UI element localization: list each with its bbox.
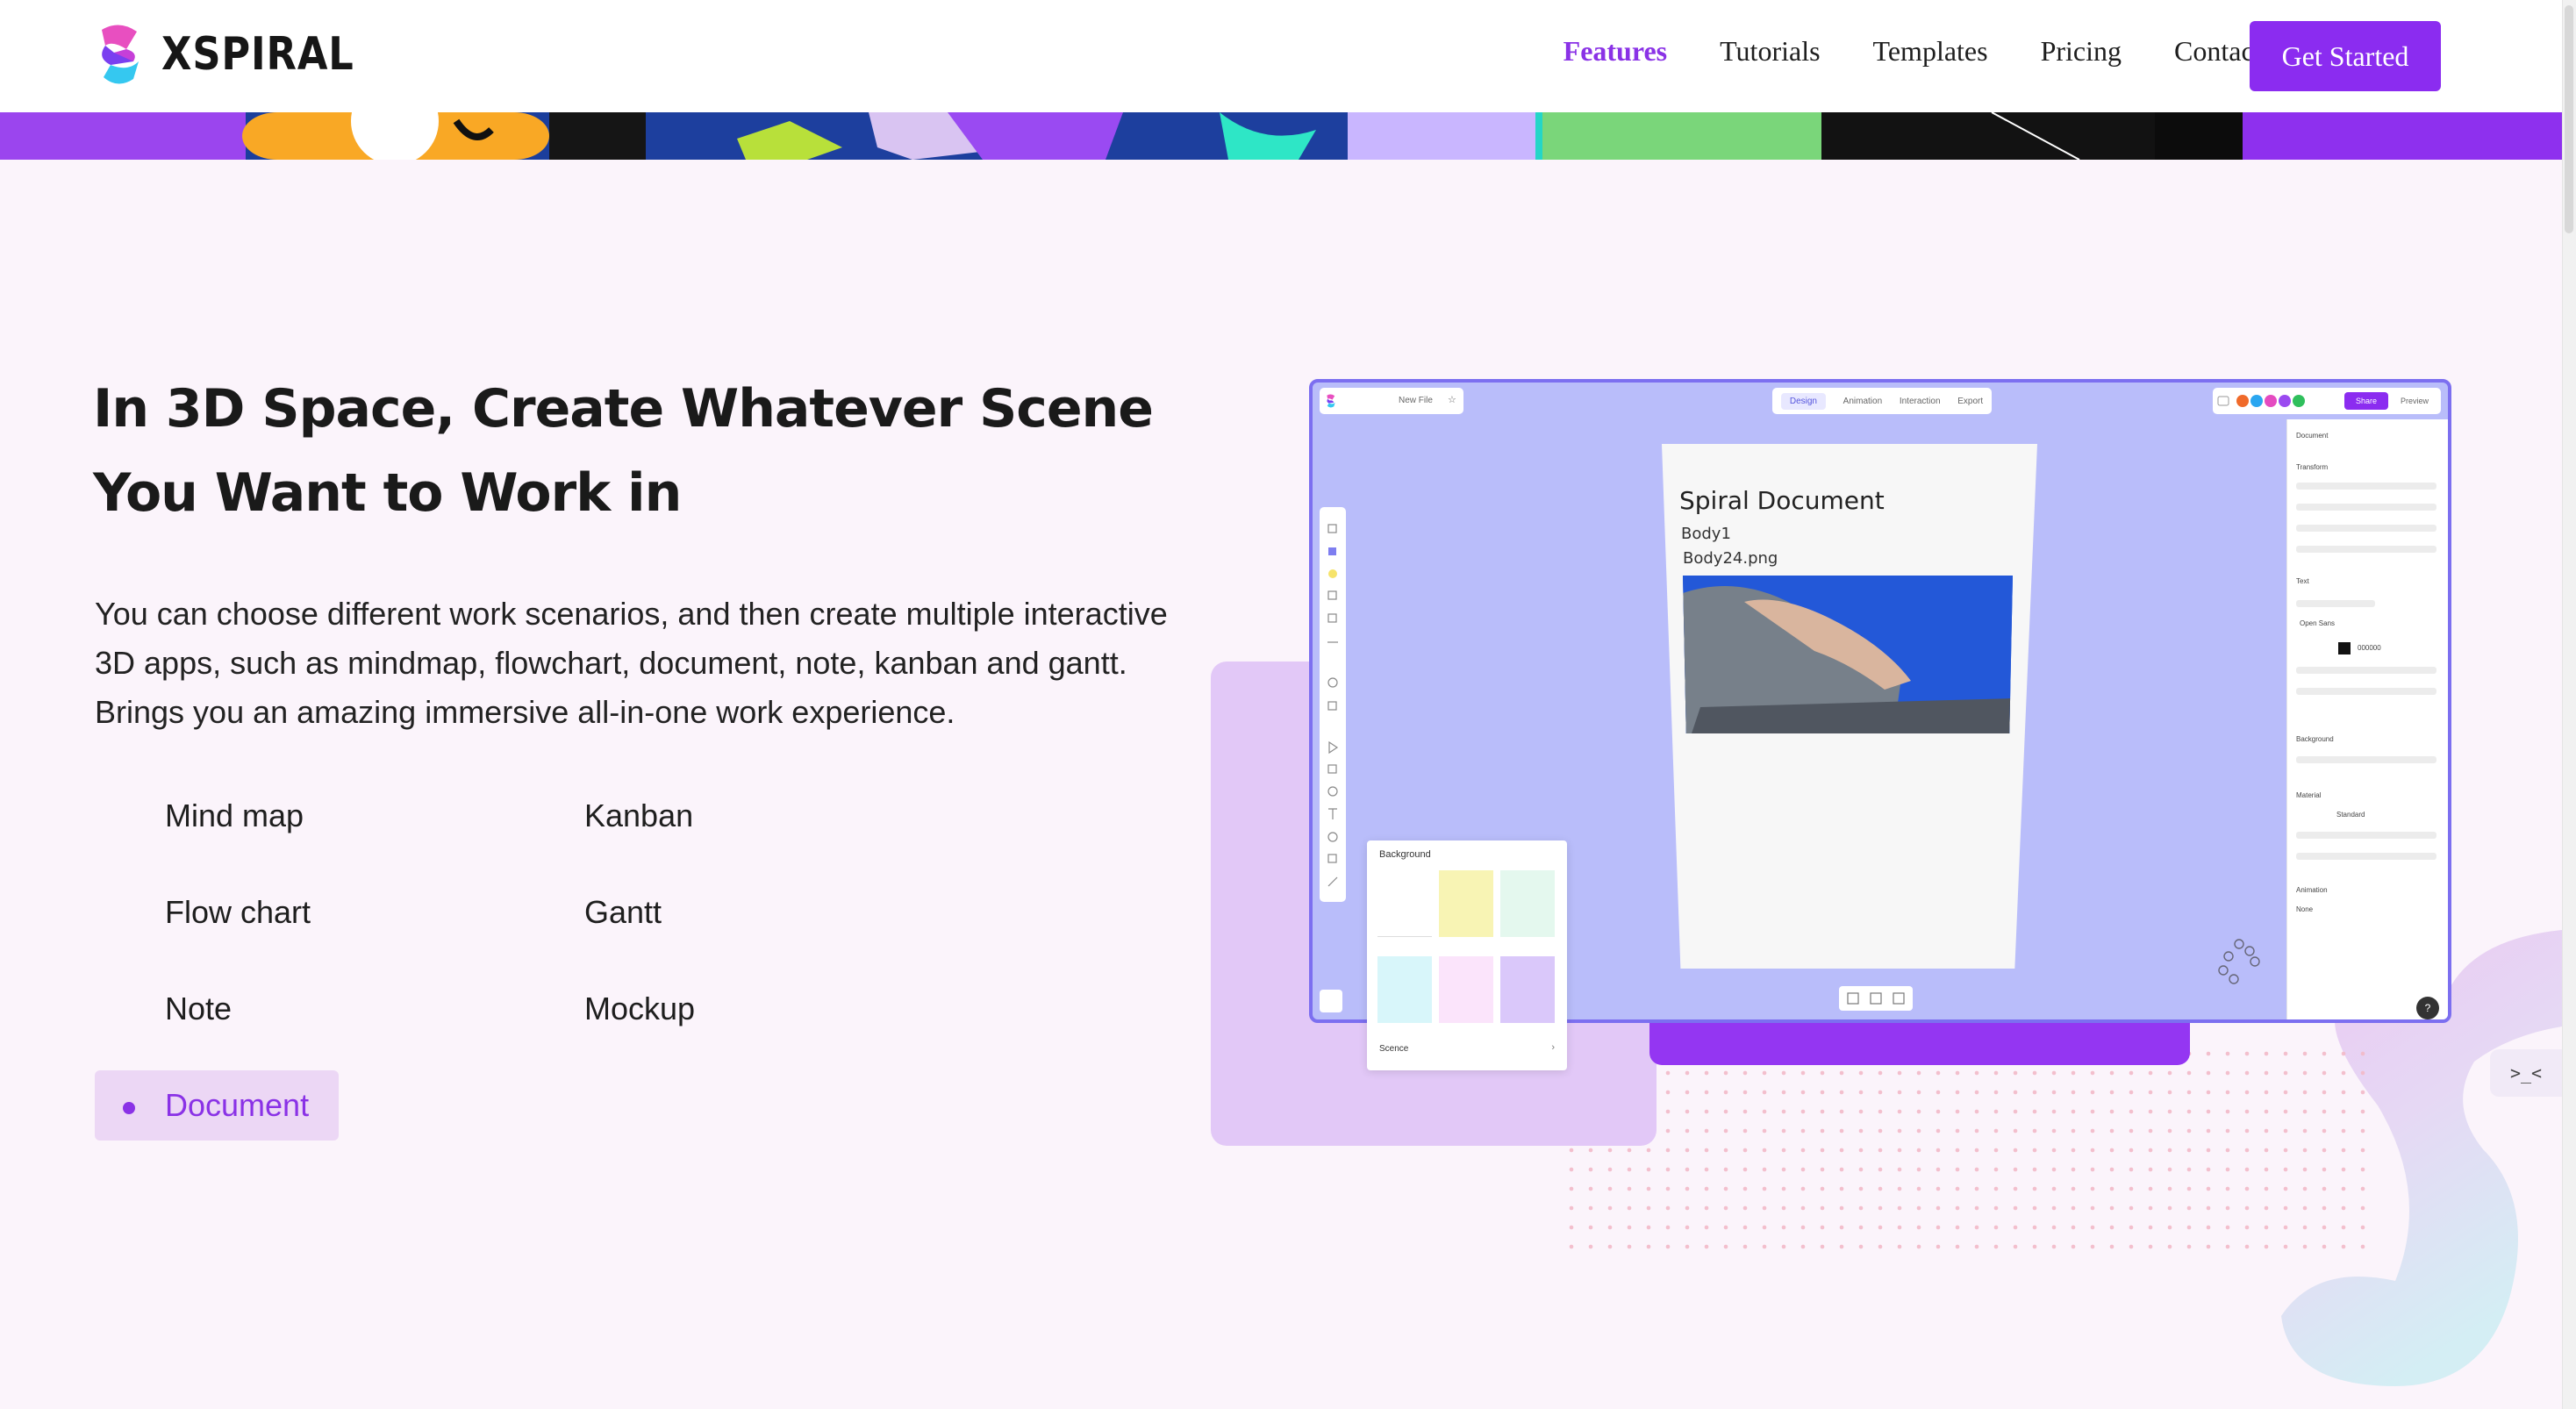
background-picker: Background Scence › [1367, 840, 1567, 1070]
chevron-right-icon: › [1551, 1042, 1555, 1053]
panel-row [2296, 483, 2436, 490]
spiral-logo-icon [102, 25, 139, 84]
collaborator-avatars [2217, 395, 2305, 407]
nav-tutorials[interactable]: Tutorials [1720, 35, 1820, 68]
feature-document[interactable]: Document [95, 1070, 339, 1141]
doc-image-laptop [1683, 576, 2013, 733]
feature-mind-map[interactable]: Mind map [95, 781, 514, 851]
site-header: XSPIRAL Features Tutorials Templates Pri… [0, 0, 2562, 112]
panel-transform-label: Transform [2296, 463, 2329, 471]
scene-label: Scence [1379, 1044, 1409, 1054]
panel-row [2296, 600, 2375, 607]
swatch-yellow [1439, 870, 1493, 937]
editor-tabs: Design Animation Interaction Export [1772, 388, 1992, 414]
headline-line-2: You Want to Work in [93, 462, 682, 524]
banner-illustration [0, 112, 2562, 160]
left-toolbar [1320, 507, 1346, 902]
properties-panel: Document Transform Text Open Sans 000000… [2286, 419, 2448, 1019]
help-icon: ? [2416, 997, 2439, 1019]
orbit-control-icon [2218, 939, 2260, 984]
page: XSPIRAL Features Tutorials Templates Pri… [0, 0, 2562, 1409]
collab-bar: Share Preview [2213, 388, 2441, 414]
panel-row [2296, 853, 2436, 860]
headline-line-1: In 3D Space, Create Whatever Scene [93, 378, 1154, 440]
dot-pattern [1562, 1044, 2369, 1263]
feature-list: Mind map Kanban Flow chart Gantt Note Mo… [95, 781, 884, 1141]
nav-features[interactable]: Features [1563, 35, 1667, 68]
swatch-mint [1500, 870, 1555, 937]
panel-row [2296, 667, 2436, 674]
text-color-swatch [2338, 642, 2351, 654]
doc-title: Spiral Document [1679, 486, 1885, 515]
nav-pricing[interactable]: Pricing [2041, 35, 2122, 68]
laptop-photo [1683, 576, 2013, 733]
get-started-button[interactable]: Get Started [2250, 21, 2441, 91]
swatch-cyan [1377, 956, 1432, 1023]
tab-animation: Animation [1843, 396, 1883, 406]
panel-row [2296, 525, 2436, 532]
file-name: New File [1399, 396, 1433, 405]
tab-interaction: Interaction [1899, 396, 1941, 406]
collapse-tab[interactable]: >_< [2490, 1049, 2562, 1097]
app-preview-visual: New File ☆ Design Animation Interaction … [1211, 377, 2562, 1404]
panel-color-value: 000000 [2358, 644, 2381, 652]
preview-button: Preview [2400, 397, 2429, 405]
panel-row [2296, 832, 2436, 839]
panel-material-label: Material [2296, 791, 2322, 799]
scrollbar-thumb[interactable] [2565, 5, 2573, 233]
swatch-pink [1439, 956, 1493, 1023]
panel-row [2296, 688, 2436, 695]
page-scrollbar[interactable] [2562, 0, 2576, 1409]
main-nav: Features Tutorials Templates Pricing Con… [1563, 35, 2272, 68]
panel-animation-value: None [2296, 905, 2314, 913]
zoom-controls [1839, 986, 1913, 1011]
swatch-lavender [1500, 956, 1555, 1023]
panel-font-value: Open Sans [2300, 619, 2336, 627]
panel-row [2296, 504, 2436, 511]
zoom-icons [1847, 992, 1905, 1005]
section-headline: In 3D Space, Create Whatever Scene You W… [93, 367, 1181, 535]
file-menu: New File ☆ [1320, 388, 1463, 414]
background-title: Background [1379, 849, 1431, 860]
swatch-white [1377, 870, 1432, 937]
star-icon: ☆ [1448, 395, 1456, 405]
panel-background-label: Background [2296, 735, 2334, 743]
share-button: Share [2344, 392, 2388, 410]
layout-icon [1320, 990, 1342, 1012]
panel-text-label: Text [2296, 577, 2309, 585]
feature-flow-chart[interactable]: Flow chart [95, 877, 514, 948]
doc-body-text: Body1 [1681, 525, 1731, 543]
tab-export: Export [1957, 396, 1984, 406]
feature-note[interactable]: Note [95, 974, 514, 1044]
doc-file-name: Body24.png [1683, 549, 1778, 568]
brand-name: XSPIRAL [161, 28, 354, 81]
brand-logo[interactable]: XSPIRAL [93, 23, 385, 86]
panel-material-value: Standard [2336, 811, 2365, 819]
panel-row [2296, 756, 2436, 763]
nav-templates[interactable]: Templates [1873, 35, 1988, 68]
panel-row [2296, 546, 2436, 553]
toolbar-icons [1327, 524, 1339, 887]
tab-design: Design [1780, 392, 1826, 410]
spiral-logo-icon [1327, 394, 1335, 408]
feature-kanban[interactable]: Kanban [514, 781, 865, 851]
feature-gantt[interactable]: Gantt [514, 877, 865, 948]
panel-animation-label: Animation [2296, 886, 2328, 894]
section-description: You can choose different work scenarios,… [95, 596, 1168, 730]
hero-banner-strip [0, 112, 2562, 160]
feature-mockup[interactable]: Mockup [514, 974, 865, 1044]
active-dot-icon [123, 1102, 135, 1114]
feature-document-label: Document [165, 1087, 310, 1123]
panel-document-label: Document [2296, 432, 2329, 440]
